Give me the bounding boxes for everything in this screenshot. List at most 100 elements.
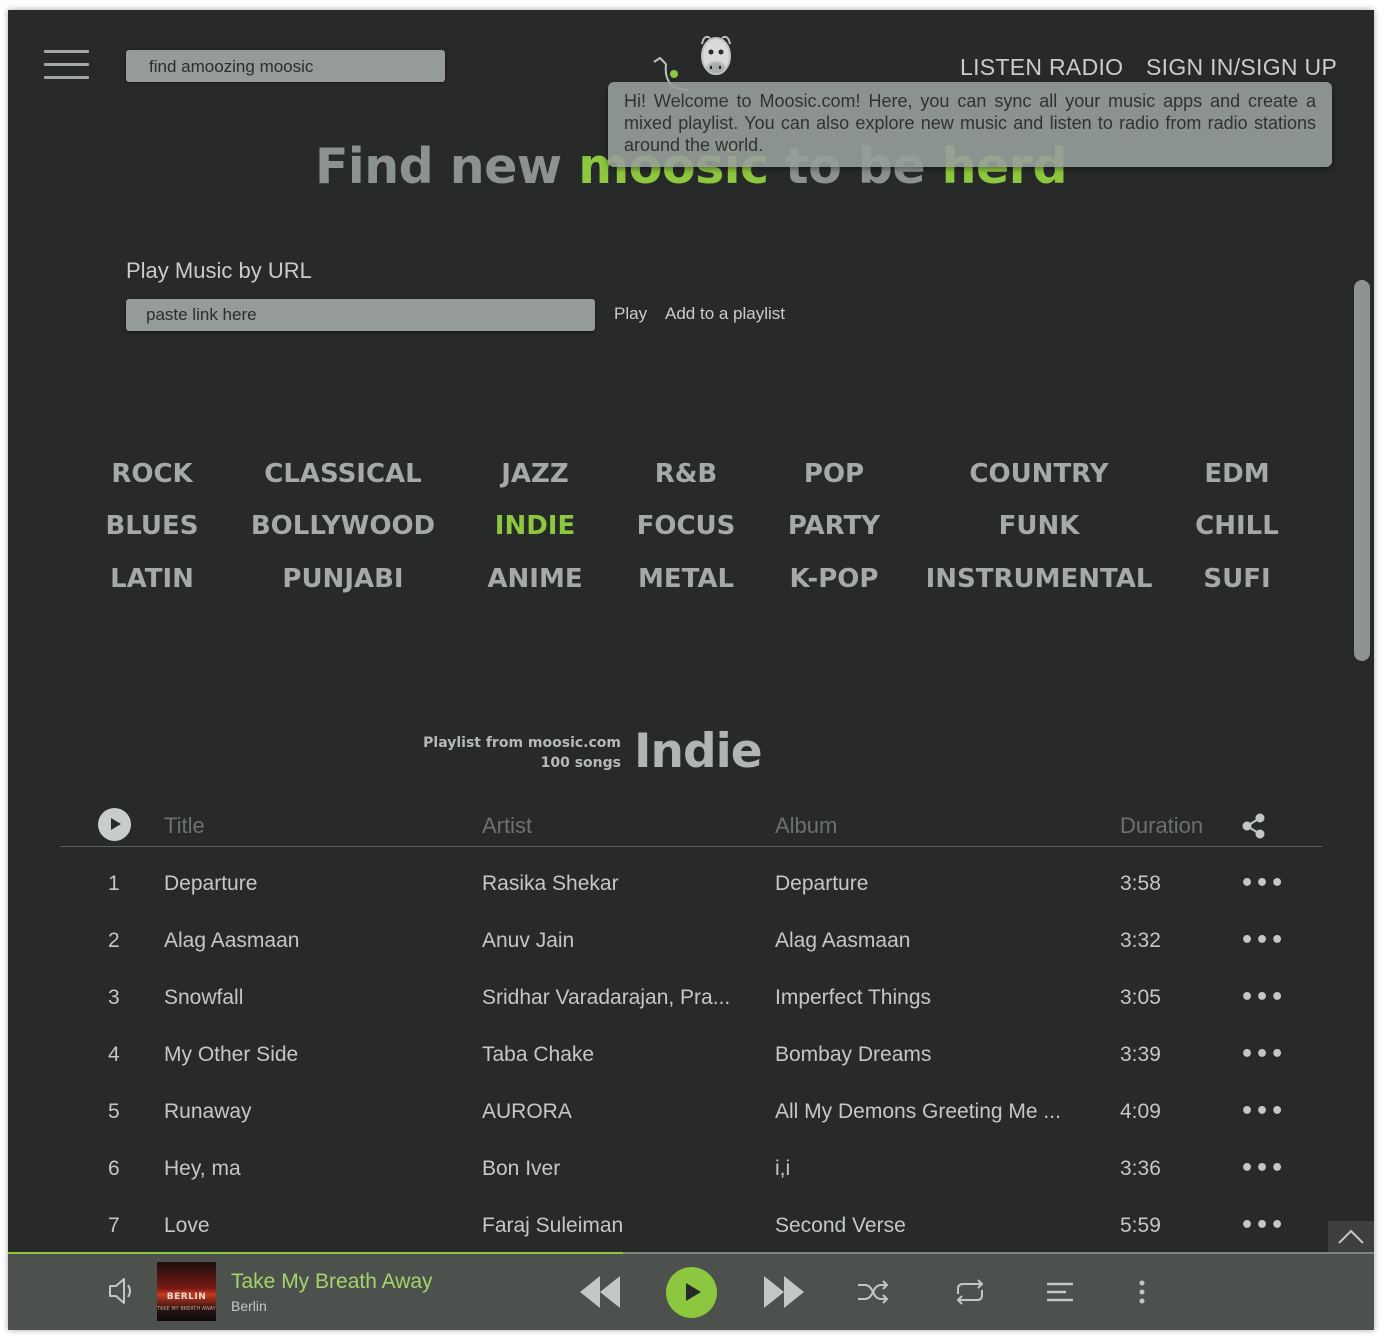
genre-indie[interactable]: INDIE [495,511,575,541]
hamburger-menu-icon[interactable] [44,50,89,80]
table-row[interactable]: 5 Runaway AURORA All My Demons Greeting Me … [68,1093,1308,1133]
cell-title: Snowfall [164,986,244,1009]
table-row[interactable]: 6 Hey, ma Bon Iver i,i 3:36 ••• [68,1150,1308,1190]
play-button[interactable] [666,1267,717,1318]
search-input[interactable] [126,50,445,82]
genre-metal[interactable]: METAL [638,564,734,594]
cell-artist[interactable]: Anuv Jain [482,929,574,953]
app-window: LISTEN RADIO SIGN IN/SIGN UP Find new mo… [8,10,1374,1330]
genre-funk[interactable]: FUNK [999,511,1080,541]
queue-icon[interactable] [1044,1278,1076,1306]
playlist-title: Indie [634,724,763,779]
chevron-up-icon [1338,1229,1364,1244]
cell-album[interactable]: Bombay Dreams [775,1043,931,1067]
genre-sufi[interactable]: SUFI [1203,564,1270,594]
cell-album[interactable]: Second Verse [775,1214,906,1238]
genre-country[interactable]: COUNTRY [969,459,1108,489]
now-playing-title[interactable]: Take My Breath Away [231,1270,433,1294]
fast-forward-icon[interactable] [760,1272,806,1312]
cell-number: 7 [108,1214,120,1237]
play-all-icon[interactable] [98,808,131,841]
column-header-album[interactable]: Album [775,813,837,839]
cell-duration: 3:39 [1120,1043,1161,1066]
cell-artist[interactable]: Sridhar Varadarajan, Pra... [482,986,730,1010]
repeat-icon[interactable] [952,1276,988,1308]
genre-anime[interactable]: ANIME [487,564,582,594]
cell-number: 6 [108,1157,120,1180]
row-more-icon[interactable]: ••• [1240,1042,1285,1067]
genre-punjabi[interactable]: PUNJABI [282,564,403,594]
album-art[interactable]: BERLIN TAKE MY BREATH AWAY [157,1262,216,1321]
cell-title: Hey, ma [164,1157,241,1180]
genre-chill[interactable]: CHILL [1195,511,1279,541]
genre-jazz[interactable]: JAZZ [501,459,569,489]
url-section-label: Play Music by URL [126,258,312,283]
share-icon[interactable] [1240,812,1268,840]
row-more-icon[interactable]: ••• [1240,1156,1285,1181]
cell-artist[interactable]: Rasika Shekar [482,872,619,896]
shuffle-icon[interactable] [856,1278,890,1306]
playlist-count: 100 songs [540,755,621,771]
genre-edm[interactable]: EDM [1204,459,1269,489]
table-row[interactable]: 4 My Other Side Taba Chake Bombay Dreams 3:3… [68,1036,1308,1076]
add-to-playlist-button[interactable]: Add to a playlist [665,304,785,324]
genre-focus[interactable]: FOCUS [637,511,736,541]
volume-icon[interactable] [106,1276,138,1306]
cell-duration: 3:32 [1120,929,1161,952]
table-row[interactable]: 3 Snowfall Sridhar Varadarajan, Pra... Impe… [68,979,1308,1019]
cell-artist[interactable]: AURORA [482,1100,572,1124]
row-more-icon[interactable]: ••• [1240,985,1285,1010]
cell-duration: 3:05 [1120,986,1161,1009]
url-input[interactable] [126,299,595,331]
genre-classical[interactable]: CLASSICAL [264,459,422,489]
table-row[interactable]: 1 Departure Rasika Shekar Departure 3:58 ••• [68,865,1308,905]
table-divider [60,846,1322,847]
cell-number: 5 [108,1100,120,1123]
genre-rock[interactable]: ROCK [111,459,192,489]
row-more-icon[interactable]: ••• [1240,871,1285,896]
sign-in-link[interactable]: SIGN IN/SIGN UP [1146,54,1337,81]
genre-r-b[interactable]: R&B [655,459,718,489]
scrollbar-thumb[interactable] [1354,280,1370,661]
rewind-icon[interactable] [578,1272,624,1312]
cell-album[interactable]: Imperfect Things [775,986,931,1010]
row-more-icon[interactable]: ••• [1240,1099,1285,1124]
cell-title: Runaway [164,1100,252,1123]
cell-album[interactable]: Departure [775,872,868,896]
genre-bollywood[interactable]: BOLLYWOOD [251,511,435,541]
cell-album[interactable]: All My Demons Greeting Me ... [775,1100,1061,1124]
genre-latin[interactable]: LATIN [110,564,194,594]
genre-pop[interactable]: POP [804,459,864,489]
now-playing-artist[interactable]: Berlin [231,1298,267,1314]
table-row[interactable]: 2 Alag Aasmaan Anuv Jain Alag Aasmaan 3:32 ••… [68,922,1308,962]
cell-album[interactable]: Alag Aasmaan [775,929,910,953]
genre-party[interactable]: PARTY [788,511,880,541]
welcome-tooltip: Hi! Welcome to Moosic.com! Here, you can… [608,82,1332,167]
genre-instrumental[interactable]: INSTRUMENTAL [926,564,1153,594]
cell-artist[interactable]: Faraj Suleiman [482,1214,623,1238]
column-header-duration[interactable]: Duration [1120,813,1203,839]
playlist-source: Playlist from moosic.com [423,735,621,751]
more-options-icon[interactable] [1136,1278,1148,1308]
column-header-title[interactable]: Title [164,813,205,839]
table-row[interactable]: 7 Love Faraj Suleiman Second Verse 5:59 ••• [68,1207,1308,1247]
cell-number: 2 [108,929,120,952]
scroll-to-top-button[interactable] [1328,1221,1374,1253]
genre-blues[interactable]: BLUES [105,511,198,541]
column-header-artist[interactable]: Artist [482,813,532,839]
genre-k-pop[interactable]: K-POP [790,564,879,594]
cell-duration: 5:59 [1120,1214,1161,1237]
cell-number: 3 [108,986,120,1009]
cell-duration: 3:36 [1120,1157,1161,1180]
cell-title: Love [164,1214,210,1237]
cell-title: My Other Side [164,1043,299,1066]
listen-radio-link[interactable]: LISTEN RADIO [960,54,1123,81]
cell-album[interactable]: i,i [775,1157,790,1181]
row-more-icon[interactable]: ••• [1240,1213,1285,1238]
cell-artist[interactable]: Bon Iver [482,1157,560,1181]
cell-duration: 3:58 [1120,872,1161,895]
row-more-icon[interactable]: ••• [1240,928,1285,953]
play-url-button[interactable]: Play [614,304,647,324]
cell-artist[interactable]: Taba Chake [482,1043,594,1067]
cell-number: 4 [108,1043,120,1066]
